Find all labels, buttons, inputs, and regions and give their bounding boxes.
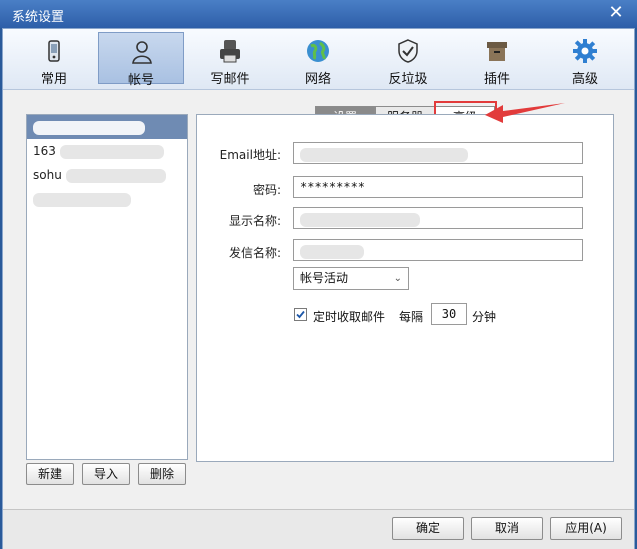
tool-antispam[interactable]: 反垃圾: [365, 32, 451, 87]
account-item[interactable]: [27, 187, 187, 211]
dialog-body: 常用 帐号 写邮件 网络 反垃圾 插件 高级 163 sohu 新建 导入 删除…: [2, 28, 635, 549]
account-item[interactable]: [27, 115, 187, 139]
interval-input[interactable]: 30: [431, 303, 467, 325]
redacted-text: [59, 144, 164, 159]
tool-account[interactable]: 帐号: [98, 32, 184, 88]
password-field[interactable]: *********: [293, 176, 583, 198]
apply-button[interactable]: 应用(A): [550, 517, 622, 540]
tool-compose[interactable]: 写邮件: [187, 32, 273, 87]
auto-receive-checkbox[interactable]: [294, 308, 307, 321]
tool-advanced[interactable]: 高级: [542, 32, 628, 87]
title-bar: 系统设置 ✕: [0, 0, 637, 28]
chevron-down-icon: ⌄: [393, 273, 402, 284]
interval-unit: 分钟: [472, 310, 497, 324]
tool-plugins[interactable]: 插件: [454, 32, 540, 87]
email-label: Email地址:: [219, 148, 281, 162]
redacted-text: [65, 168, 166, 183]
tool-label: 插件: [483, 72, 510, 87]
interval-prefix: 每隔: [399, 310, 424, 324]
globe-icon: [307, 40, 329, 62]
redacted-text: [300, 148, 468, 162]
display-name-field[interactable]: [293, 207, 583, 229]
close-icon[interactable]: ✕: [607, 4, 625, 22]
user-icon: [132, 41, 152, 64]
ok-button[interactable]: 确定: [392, 517, 464, 540]
import-account-button[interactable]: 导入: [82, 463, 130, 485]
tool-label: 反垃圾: [388, 72, 428, 87]
window-title: 系统设置: [12, 10, 65, 25]
account-prefix: sohu: [33, 168, 62, 182]
select-value: 帐号活动: [300, 271, 349, 285]
new-account-button[interactable]: 新建: [26, 463, 74, 485]
redacted-text: [33, 192, 131, 207]
auto-receive-label: 定时收取邮件: [313, 310, 386, 324]
password-label: 密码:: [252, 183, 281, 197]
tool-label: 写邮件: [210, 72, 250, 87]
printer-icon: [220, 40, 240, 63]
tool-label: 常用: [40, 72, 67, 87]
gear-icon: [573, 39, 597, 63]
tool-general[interactable]: 常用: [11, 32, 97, 87]
redacted-text: [300, 245, 364, 259]
redacted-text: [300, 213, 420, 227]
sender-name-field[interactable]: [293, 239, 583, 261]
phone-icon: [48, 40, 60, 62]
cancel-button[interactable]: 取消: [471, 517, 543, 540]
redacted-text: [33, 120, 145, 135]
account-status-select[interactable]: 帐号活动 ⌄: [293, 267, 409, 290]
account-item[interactable]: 163: [27, 139, 187, 163]
tool-network[interactable]: 网络: [275, 32, 361, 87]
settings-toolbar: 常用 帐号 写邮件 网络 反垃圾 插件 高级: [3, 29, 634, 90]
tool-label: 网络: [304, 72, 331, 87]
annotation-arrow-icon: [485, 103, 565, 123]
email-field[interactable]: [293, 142, 583, 164]
box-icon: [487, 42, 507, 61]
display-name-label: 显示名称:: [228, 214, 281, 228]
checkmark-icon: [296, 310, 305, 319]
delete-account-button[interactable]: 删除: [138, 463, 186, 485]
sender-name-label: 发信名称:: [228, 246, 281, 260]
account-list: 163 sohu: [26, 114, 188, 460]
account-prefix: 163: [33, 144, 56, 158]
tool-label: 帐号: [127, 73, 154, 88]
tool-label: 高级: [571, 72, 598, 87]
account-item[interactable]: sohu: [27, 163, 187, 187]
shield-icon: [398, 39, 418, 63]
